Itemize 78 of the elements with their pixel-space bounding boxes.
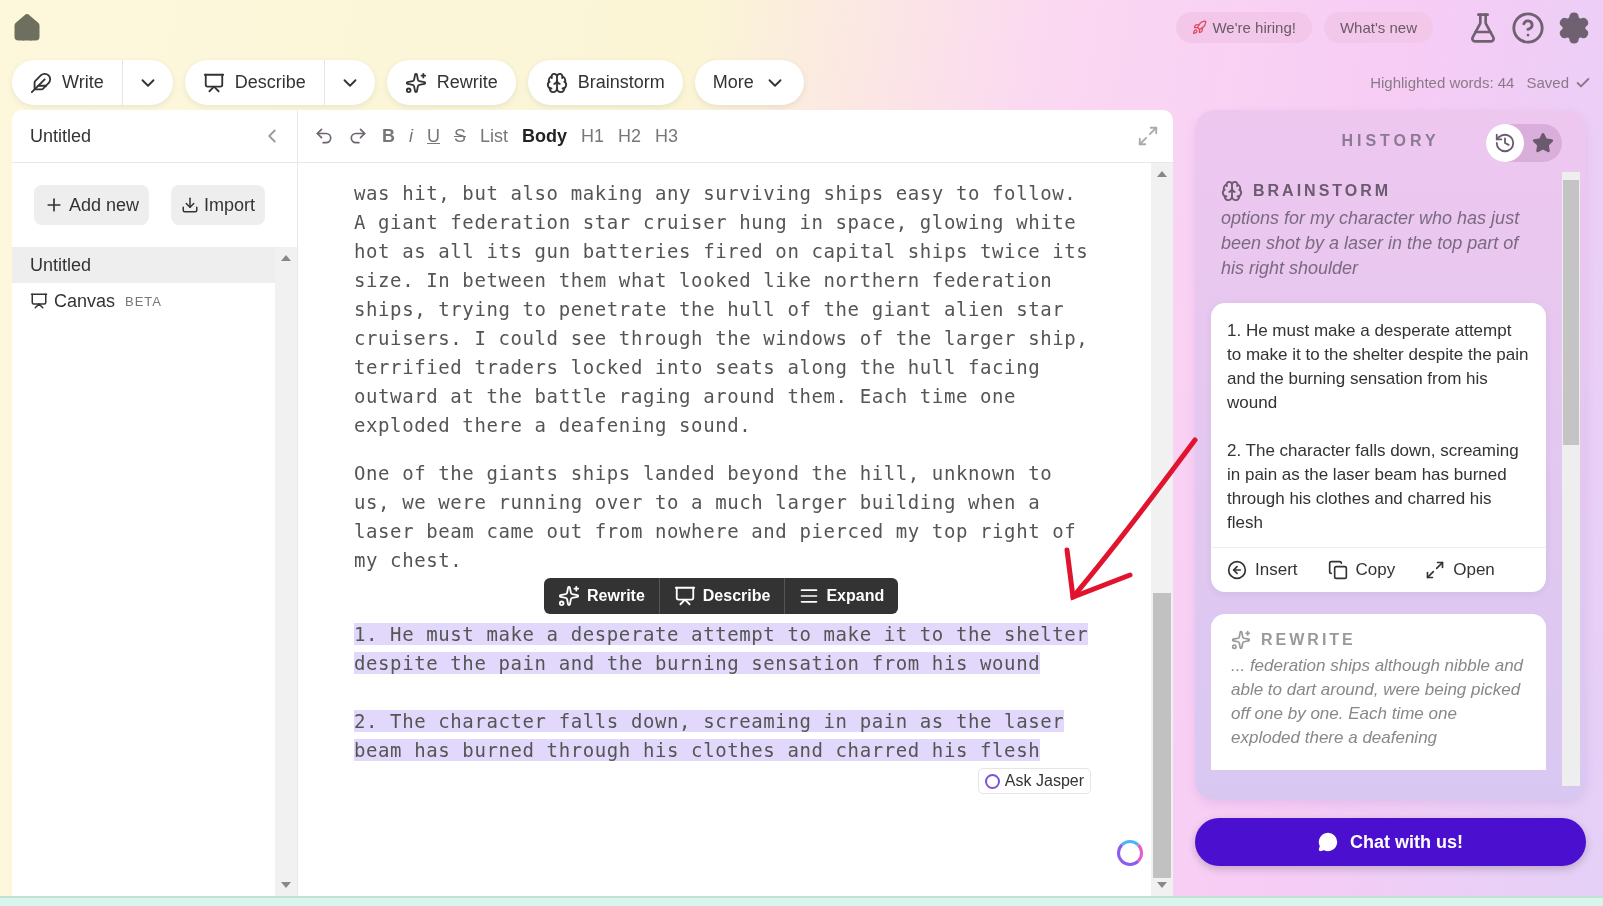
easel-icon bbox=[673, 585, 696, 607]
entry-label: REWRITE bbox=[1261, 631, 1356, 649]
brain-icon bbox=[1221, 180, 1243, 202]
copy-icon bbox=[1327, 560, 1348, 580]
selected-paragraph: 1. He must make a desperate attempt to make it to the shelter despite the pain and the burning sensation from his wound bbox=[354, 622, 1090, 676]
saved-status: Saved bbox=[1526, 74, 1591, 91]
format-button[interactable]: S bbox=[454, 125, 466, 147]
highlighted-words-count: Highlighted words: 44 bbox=[1370, 74, 1515, 91]
download-icon bbox=[181, 196, 200, 214]
paragraph: One of the giants ships landed beyond the hill, unknown to us, we were running over to a much larger building when a laser beam came out from nowhere and pierced my top right of my chest. bbox=[354, 461, 1078, 573]
entry-prompt: ... federation ships although nibble and able to dart around, were being picked off one by one. Each time one exploded there a deafening bbox=[1231, 655, 1525, 749]
selected-paragraph: 2. The character falls down, screaming in pain as the laser beam has burned through his clothes and charred his flesh bbox=[354, 709, 1066, 763]
document-title: Untitled bbox=[30, 125, 92, 147]
ask-jasper-button[interactable]: Ask Jasper bbox=[977, 768, 1091, 794]
popup-button[interactable]: Expand bbox=[785, 578, 899, 614]
popup-button[interactable]: Describe bbox=[659, 578, 786, 614]
action-text: More bbox=[712, 72, 754, 93]
paragraph: was hit, but also making any surviving ships easy to follow. A giant federation star cruiser hung in space, glowing white hot as all its gun batteries fired on capital ships twice its size. In between them what looked like northern federation ships, trying to penetrate the hull of the giant alien star cruisers. I could see through the windows of the larger ship, terrified traders locked into seats along the hull facing outward at the battle raging around them. Each time one exploded there a deafening sound. bbox=[354, 181, 1090, 438]
sparkles-icon bbox=[1231, 630, 1251, 650]
open-button[interactable]: Open bbox=[1425, 560, 1495, 580]
action-button[interactable]: Brainstorm bbox=[527, 60, 683, 105]
scroll-down-icon[interactable] bbox=[1157, 882, 1167, 888]
sparkles-icon bbox=[404, 71, 427, 94]
home-icon[interactable] bbox=[12, 12, 42, 43]
format-button[interactable]: i bbox=[409, 125, 413, 147]
news-link[interactable]: What's new bbox=[1323, 12, 1433, 43]
feather-icon bbox=[30, 71, 52, 94]
scroll-down-icon[interactable] bbox=[281, 882, 291, 888]
format-button[interactable]: B bbox=[382, 125, 395, 147]
format-button[interactable]: H3 bbox=[655, 125, 679, 147]
scrollbar[interactable] bbox=[1562, 172, 1580, 786]
copy-button[interactable]: Copy bbox=[1327, 560, 1396, 580]
format-button[interactable]: U bbox=[427, 125, 440, 147]
arrow-left-icon bbox=[1227, 560, 1247, 580]
sidebar-item[interactable]: Untitled bbox=[12, 247, 275, 283]
chat-button[interactable]: Chat with us! bbox=[1195, 818, 1586, 866]
sidebar-item[interactable]: Canvas BETA bbox=[12, 283, 275, 319]
action-text: Brainstorm bbox=[577, 72, 665, 93]
easel-icon bbox=[202, 71, 225, 94]
undo-icon[interactable] bbox=[314, 126, 334, 146]
format-button[interactable]: List bbox=[480, 125, 509, 147]
help-icon[interactable] bbox=[1511, 10, 1545, 45]
action-text: Describe bbox=[234, 72, 306, 93]
redo-icon[interactable] bbox=[348, 126, 368, 146]
entry-prompt: options for my character who has just been shot by a laser in the top part of his right shoulder bbox=[1220, 207, 1521, 280]
scrollbar[interactable] bbox=[275, 247, 297, 896]
import-button[interactable]: Import bbox=[171, 185, 266, 225]
brain-icon bbox=[545, 71, 568, 94]
lines-icon bbox=[799, 586, 820, 606]
format-button[interactable]: H2 bbox=[618, 125, 642, 147]
easel-icon bbox=[30, 292, 48, 310]
assistant-logo-icon[interactable] bbox=[1117, 840, 1143, 866]
action-button[interactable]: Rewrite bbox=[386, 60, 516, 105]
scroll-up-icon[interactable] bbox=[1157, 171, 1167, 177]
result-text: 1. He must make a desperate attempt to make it to the shelter despite the pain and the burning sensation from his wound bbox=[1227, 320, 1530, 414]
expand-icon bbox=[1425, 560, 1446, 580]
action-button[interactable]: More bbox=[694, 60, 804, 105]
beta-label: BETA bbox=[125, 293, 163, 309]
action-text: Rewrite bbox=[436, 72, 498, 93]
scrollbar[interactable] bbox=[1151, 163, 1173, 896]
action-text: Write bbox=[62, 72, 104, 93]
history-icon[interactable] bbox=[1486, 124, 1524, 162]
format-button[interactable]: H1 bbox=[581, 125, 605, 147]
entry-label: BRAINSTORM bbox=[1253, 182, 1392, 200]
scroll-up-icon[interactable] bbox=[281, 255, 291, 261]
insert-button[interactable]: Insert bbox=[1227, 560, 1298, 580]
add-new-button[interactable]: Add new bbox=[34, 185, 150, 225]
hiring-link[interactable]: We're hiring! bbox=[1176, 12, 1312, 43]
sparkles-icon bbox=[558, 585, 580, 607]
item-label: Untitled bbox=[30, 254, 92, 276]
popup-button[interactable]: Rewrite bbox=[544, 578, 660, 614]
item-label: Canvas bbox=[54, 290, 116, 312]
format-button[interactable]: Body bbox=[522, 125, 568, 147]
history-title: HISTORY bbox=[1341, 132, 1440, 150]
chat-bubble-icon bbox=[1318, 832, 1338, 852]
result-text: 2. The character falls down, screaming in pain as the laser beam has burned through his clothes and charred his flesh bbox=[1227, 440, 1520, 534]
rocket-icon bbox=[1192, 20, 1208, 35]
expand-icon[interactable] bbox=[1137, 125, 1159, 147]
